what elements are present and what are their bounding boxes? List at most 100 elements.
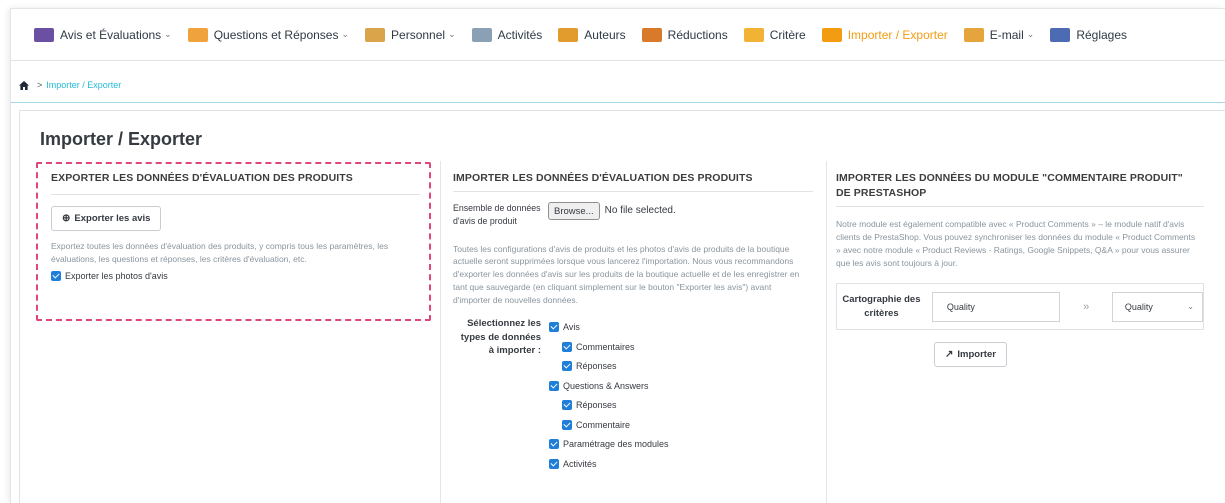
nav-item-label: Auteurs (584, 27, 626, 42)
settings-icon (1050, 27, 1071, 42)
home-icon[interactable] (19, 80, 29, 90)
import-type-label: Réponses (576, 400, 617, 411)
breadcrumb-divider (11, 102, 1225, 103)
nav-item-label: Avis et Évaluations (60, 27, 162, 42)
mapping-arrow-icon: » (1083, 300, 1090, 313)
nav-item-label: Activités (497, 27, 543, 42)
prestashop-import-section: IMPORTER LES DONNÉES DU MODULE "COMMENTA… (836, 171, 1204, 368)
import-types-list: Avis Commentaires Réponses Questions & Answ… (549, 317, 669, 473)
nav-item-0[interactable]: Avis et Évaluations ⌄ (34, 27, 172, 42)
prestashop-title: IMPORTER LES DONNÉES DU MODULE "COMMENTA… (836, 172, 1183, 200)
nav-item-4[interactable]: Auteurs (558, 27, 626, 42)
file-input[interactable]: Browse... No file selected. (548, 202, 676, 228)
nav-item-9[interactable]: Réglages (1050, 27, 1128, 42)
file-upload-row: Ensemble de données d'avis de produit Br… (453, 202, 813, 228)
chevron-down-icon: ⌄ (341, 29, 350, 39)
email-icon (963, 27, 984, 42)
import-types-label: Sélectionnez les types de données à impo… (460, 318, 541, 357)
export-photos-checkbox[interactable] (51, 270, 61, 281)
nav-item-7[interactable]: Importer / Exporter (821, 27, 948, 42)
import-type-option[interactable]: Avis (549, 317, 669, 337)
browse-button[interactable]: Browse... (548, 202, 600, 221)
discount-icon (641, 27, 662, 42)
export-icon: ⊕ (62, 213, 71, 224)
prestashop-title-divider (836, 206, 1204, 208)
import-type-option[interactable]: Paramétrage des modules (549, 434, 669, 454)
nav-item-1[interactable]: Questions et Réponses ⌄ (187, 27, 350, 42)
import-type-checkbox[interactable] (562, 361, 572, 372)
import-warning: Toutes les configurations d'avis de prod… (453, 243, 800, 305)
import-types-group: Sélectionnez les types de données à impo… (453, 317, 813, 473)
import-type-checkbox[interactable] (549, 322, 559, 333)
import-type-label: Commentaire (576, 419, 631, 430)
import-button[interactable]: ↗ Importer (934, 342, 1007, 368)
import-type-label: Commentaires (576, 341, 635, 352)
app-window: Avis et Évaluations ⌄ Questions et Réponse… (10, 8, 1225, 503)
import-type-checkbox[interactable] (549, 458, 559, 469)
import-type-option[interactable]: Commentaires (549, 337, 669, 357)
criteria-mapping-label: Cartographie des critères (842, 294, 921, 319)
nav-item-label: Réductions (667, 27, 728, 42)
nav-item-label: Réglages (1076, 27, 1128, 42)
export-photos-option[interactable]: Exporter les photos d'avis (51, 270, 430, 281)
nav-item-8[interactable]: E-mail ⌄ (963, 27, 1035, 42)
nav-item-label: Importer / Exporter (847, 27, 948, 42)
import-type-option[interactable]: Réponses (549, 395, 669, 415)
criteria-icon (743, 27, 764, 42)
import-section: IMPORTER LES DONNÉES D'ÉVALUATION DES PR… (453, 171, 813, 473)
import-type-option[interactable]: Commentaire (549, 415, 669, 435)
column-divider-right (826, 161, 827, 503)
nav-item-2[interactable]: Personnel ⌄ (365, 27, 456, 42)
column-divider-left (440, 161, 441, 503)
prestashop-description: Notre module est également compatible av… (836, 219, 1196, 268)
import-type-label: Paramétrage des modules (563, 439, 669, 450)
target-criterion-value: Quality (1124, 301, 1153, 312)
import-type-option[interactable]: Activités (549, 454, 669, 474)
import-type-label: Questions & Answers (563, 380, 649, 391)
export-description: Exportez toutes les données d'évaluation… (51, 241, 389, 264)
target-criterion-select[interactable]: Quality ⌄ (1111, 291, 1203, 322)
import-type-checkbox[interactable] (549, 380, 559, 391)
nav-item-label: E-mail (989, 27, 1024, 42)
import-title: IMPORTER LES DONNÉES D'ÉVALUATION DES PR… (453, 172, 753, 184)
import-type-option[interactable]: Questions & Answers (549, 376, 669, 396)
nav-item-6[interactable]: Critère (743, 27, 806, 42)
nav-item-label: Critère (769, 27, 806, 42)
qa-icon (187, 27, 208, 42)
export-title: EXPORTER LES DONNÉES D'ÉVALUATION DES PR… (51, 172, 353, 184)
staff-icon (365, 27, 386, 42)
import-type-checkbox[interactable] (562, 341, 572, 352)
export-reviews-button[interactable]: ⊕ Exporter les avis (51, 206, 162, 231)
source-criterion: Quality (931, 291, 1061, 322)
chevron-down-icon: ⌄ (1026, 29, 1035, 39)
import-type-checkbox[interactable] (562, 400, 572, 411)
import-button-label: Importer (957, 349, 996, 361)
import-type-checkbox[interactable] (549, 439, 559, 450)
nav-item-3[interactable]: Activités (471, 27, 543, 42)
import-type-label: Activités (563, 458, 597, 469)
chevron-down-icon: ⌄ (1187, 302, 1194, 312)
import-type-label: Réponses (576, 361, 617, 372)
import-icon: ↗ (945, 349, 954, 361)
file-upload-label: Ensemble de données d'avis de produit (453, 203, 541, 226)
nav-item-label: Questions et Réponses (213, 27, 339, 42)
import-type-checkbox[interactable] (562, 419, 572, 430)
breadcrumb: > Importer / Exporter (19, 80, 121, 90)
import-title-divider (453, 191, 813, 193)
import-export-icon (821, 27, 842, 42)
breadcrumb-separator: > (37, 80, 43, 90)
export-reviews-button-label: Exporter les avis (74, 213, 151, 224)
activity-icon (471, 27, 492, 42)
criteria-mapping: Cartographie des critères Quality » Qual… (836, 283, 1204, 331)
file-status: No file selected. (604, 205, 676, 217)
nav-item-5[interactable]: Réductions (641, 27, 728, 42)
chevron-down-icon: ⌄ (448, 29, 456, 39)
authors-icon (558, 27, 579, 42)
import-type-option[interactable]: Réponses (549, 356, 669, 376)
top-navigation: Avis et Évaluations ⌄ Questions et Réponse… (11, 9, 1225, 61)
breadcrumb-current[interactable]: Importer / Exporter (46, 80, 121, 90)
import-type-label: Avis (563, 322, 580, 333)
export-section: EXPORTER LES DONNÉES D'ÉVALUATION DES PR… (38, 171, 430, 281)
keyboard-icon (34, 27, 54, 42)
page-title: Importer / Exporter (40, 129, 203, 149)
